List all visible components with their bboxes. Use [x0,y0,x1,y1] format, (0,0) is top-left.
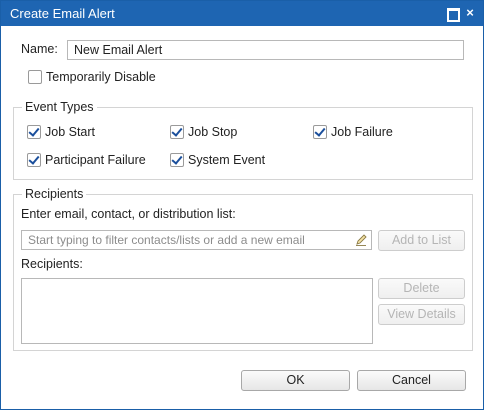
pencil-icon[interactable] [354,233,368,247]
cancel-button[interactable]: Cancel [357,370,466,391]
title-bar: Create Email Alert × [1,1,483,26]
ok-button[interactable]: OK [241,370,350,391]
event-types-legend: Event Types [22,100,97,114]
system-event-checkbox[interactable] [170,153,184,167]
name-label: Name: [21,42,58,56]
job-stop-checkbox[interactable] [170,125,184,139]
create-email-alert-dialog: Create Email Alert × Name: New Email Ale… [0,0,484,410]
system-event-label: System Event [188,153,266,167]
close-icon[interactable]: × [463,6,477,20]
recipient-search-input[interactable]: Start typing to filter contacts/lists or… [21,230,372,250]
event-types-group: Event Types [13,100,473,180]
temporarily-disable-label: Temporarily Disable [46,70,156,84]
maximize-icon[interactable] [445,6,460,22]
participant-failure-checkbox[interactable] [27,153,41,167]
recipient-entry-label: Enter email, contact, or distribution li… [21,207,236,221]
recipients-listbox[interactable] [21,278,373,344]
job-failure-checkbox[interactable] [313,125,327,139]
recipients-legend: Recipients [22,187,87,201]
delete-button[interactable]: Delete [378,278,465,299]
name-input[interactable]: New Email Alert [67,40,464,60]
job-start-checkbox[interactable] [27,125,41,139]
window-title: Create Email Alert [10,6,115,21]
participant-failure-label: Participant Failure [45,153,146,167]
recipients-list-label: Recipients: [21,257,83,271]
job-failure-label: Job Failure [331,125,393,139]
add-to-list-button[interactable]: Add to List [378,230,465,251]
temporarily-disable-checkbox[interactable] [28,70,42,84]
job-stop-label: Job Stop [188,125,238,139]
view-details-button[interactable]: View Details [378,304,465,325]
job-start-label: Job Start [45,125,96,139]
